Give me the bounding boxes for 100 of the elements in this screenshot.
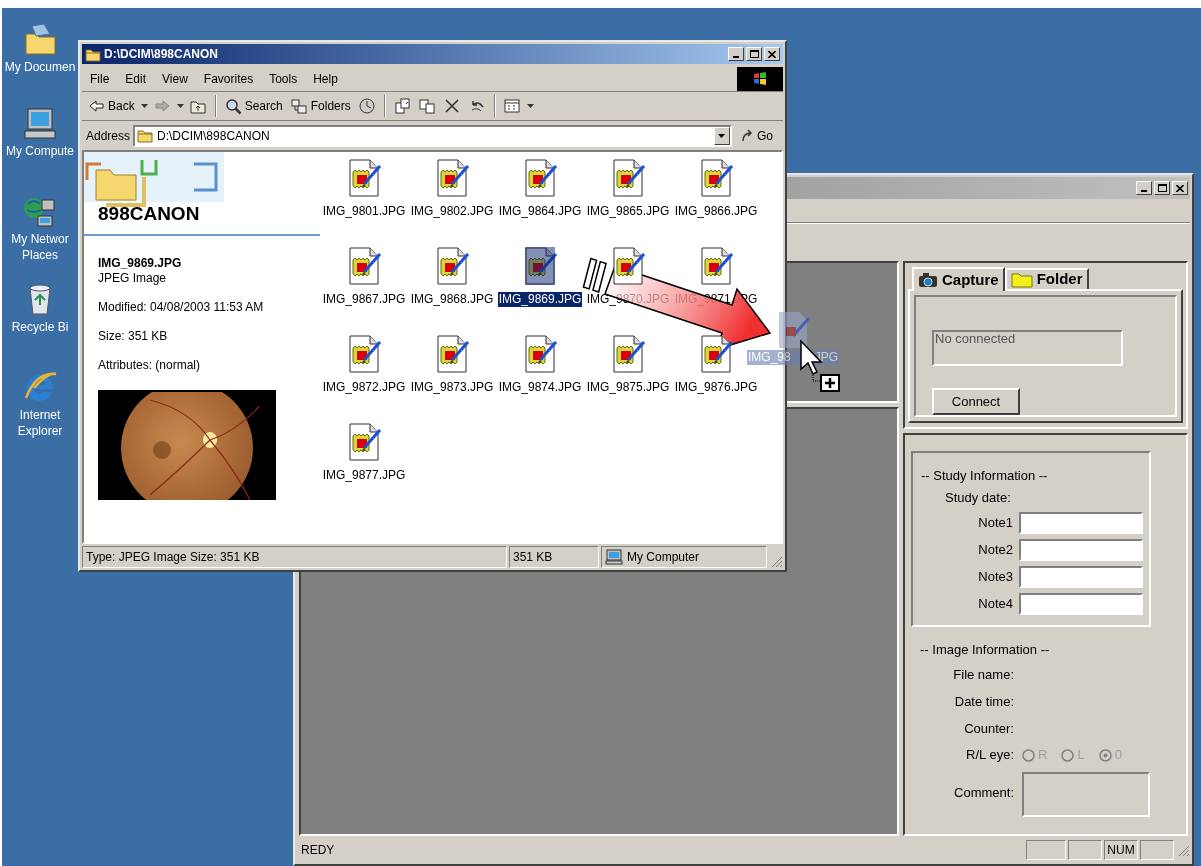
field-label: Note3 xyxy=(977,568,1013,587)
file-detail: Size: 351 KB xyxy=(98,329,169,344)
computer-icon[interactable] xyxy=(22,106,58,140)
caret-icon xyxy=(718,133,726,138)
minimize-icon xyxy=(1141,190,1147,192)
resize-grip-icon[interactable] xyxy=(1176,843,1190,857)
status-text: REDY xyxy=(300,842,336,859)
close-button[interactable] xyxy=(764,47,780,61)
note-input-field[interactable] xyxy=(1019,566,1143,588)
search-icon xyxy=(224,97,242,115)
file-name-label[interactable]: IMG_9869.JPG xyxy=(497,292,583,307)
caret-icon[interactable] xyxy=(526,104,534,108)
resize-grip-icon[interactable] xyxy=(769,554,783,568)
desktop-icon-label[interactable]: Explorer xyxy=(17,423,63,439)
folders-icon xyxy=(290,97,308,115)
copy-to-icon xyxy=(418,97,436,115)
file-name-label[interactable]: IMG_9802.JPG xyxy=(409,204,495,219)
note-input-field[interactable] xyxy=(1019,539,1143,561)
status-indicator: NUM xyxy=(1104,840,1138,860)
tab[interactable]: Folder xyxy=(1004,268,1089,289)
folder-icon xyxy=(1010,271,1033,288)
folder-icon[interactable] xyxy=(22,22,58,56)
desktop-icon-label[interactable]: My Compute xyxy=(6,143,74,159)
field-label: Date time: xyxy=(953,693,1014,711)
toolbar-button[interactable]: Search xyxy=(222,94,285,118)
group-heading: -- Image Information -- xyxy=(920,641,1051,659)
field-label: Note2 xyxy=(977,541,1013,560)
file-name-label[interactable]: IMG_9874.JPG xyxy=(497,380,583,395)
tab[interactable]: Capture xyxy=(912,267,1005,291)
windows-logo-icon xyxy=(752,70,768,87)
field-label: R/L eye: xyxy=(965,746,1014,764)
move-to-icon xyxy=(393,97,411,115)
file-name-label[interactable]: IMG_9865.JPG xyxy=(585,204,671,219)
file-name-label[interactable]: IMG_9873.JPG xyxy=(409,380,495,395)
status-bar-panel xyxy=(1026,840,1066,860)
address-field[interactable]: D:\DCIM\898CANON xyxy=(133,124,732,147)
file-name-label[interactable]: IMG_9876.JPG xyxy=(673,380,759,395)
caret-icon[interactable] xyxy=(140,104,148,108)
folder-icon xyxy=(85,46,101,62)
file-detail: Attributes: (normal) xyxy=(98,358,202,373)
status-text: 351 KB xyxy=(513,549,553,566)
note-input-field[interactable] xyxy=(1019,512,1143,534)
computer-icon xyxy=(605,549,623,565)
field-label: Counter: xyxy=(963,720,1014,738)
menu-item[interactable]: Tools xyxy=(261,69,306,88)
back-button[interactable]: Back xyxy=(86,94,137,118)
maximize-button[interactable] xyxy=(1154,181,1170,195)
file-name-label[interactable]: IMG_9866.JPG xyxy=(673,204,759,219)
field-label: Note1 xyxy=(977,514,1013,533)
browser-icon[interactable] xyxy=(22,370,58,404)
maximize-icon xyxy=(1157,184,1167,192)
file-name: IMG_9869.JPG xyxy=(98,256,183,271)
maximize-icon xyxy=(749,50,759,58)
close-button[interactable] xyxy=(1172,181,1188,195)
dropdown-button[interactable] xyxy=(714,126,730,145)
desktop-icon-label[interactable]: Internet xyxy=(19,407,61,423)
file-name-label[interactable]: IMG_9872.JPG xyxy=(321,380,407,395)
group-heading: -- Study Information -- xyxy=(921,467,1049,485)
minimize-button[interactable] xyxy=(1136,181,1152,195)
desktop-icon-label[interactable]: My Documen xyxy=(4,59,76,75)
go-button[interactable]: Go xyxy=(735,124,779,147)
file-name-label[interactable]: IMG_9867.JPG xyxy=(321,292,407,307)
menu-item[interactable]: View xyxy=(154,69,196,88)
caret-icon[interactable] xyxy=(176,104,184,108)
folder-icon xyxy=(137,128,154,143)
file-detail: Modified: 04/08/2003 11:53 AM xyxy=(98,300,265,315)
views-icon xyxy=(503,97,521,115)
file-name-label[interactable]: IMG_9801.JPG xyxy=(321,204,407,219)
menu-item[interactable]: File xyxy=(82,69,118,88)
address-label: Address xyxy=(86,127,131,145)
minimize-icon xyxy=(733,56,739,58)
menu-item[interactable]: Favorites xyxy=(195,69,262,88)
field-label: Study date: xyxy=(944,489,1012,507)
go-arrow-icon xyxy=(741,128,755,143)
camera-icon xyxy=(918,272,938,288)
close-icon xyxy=(768,50,776,58)
field-label: Note4 xyxy=(977,595,1013,614)
back-arrow-icon xyxy=(88,97,105,115)
menu-item[interactable]: Edit xyxy=(117,69,155,88)
connect-button[interactable]: Connect xyxy=(932,388,1020,415)
file-name-label[interactable]: IMG_9875.JPG xyxy=(585,380,671,395)
desktop-icon-label[interactable]: My Networ xyxy=(11,231,69,247)
close-icon xyxy=(1176,184,1184,192)
desktop-icon-label[interactable]: Recycle Bi xyxy=(11,319,69,335)
note-input-field[interactable] xyxy=(1019,593,1143,615)
folder-name: 898CANON xyxy=(98,201,200,226)
delete-icon xyxy=(443,97,461,115)
menu-item[interactable]: Help xyxy=(305,69,346,88)
status-text: Type: JPEG Image Size: 351 KB xyxy=(86,549,260,566)
file-name-label[interactable]: IMG_9877.JPG xyxy=(321,468,407,483)
maximize-button[interactable] xyxy=(746,47,762,61)
desktop-icon-label[interactable]: Places xyxy=(22,247,58,263)
status-bar-panel xyxy=(1140,840,1174,860)
status-text: My Computer xyxy=(627,549,700,566)
file-name-label[interactable]: IMG_9868.JPG xyxy=(409,292,495,307)
minimize-button[interactable] xyxy=(728,47,744,61)
toolbar-button[interactable]: Folders xyxy=(288,94,353,118)
comment-field[interactable] xyxy=(1022,772,1150,817)
file-name-label[interactable]: IMG_9864.JPG xyxy=(497,204,583,219)
status-field: No connected xyxy=(932,330,1123,366)
